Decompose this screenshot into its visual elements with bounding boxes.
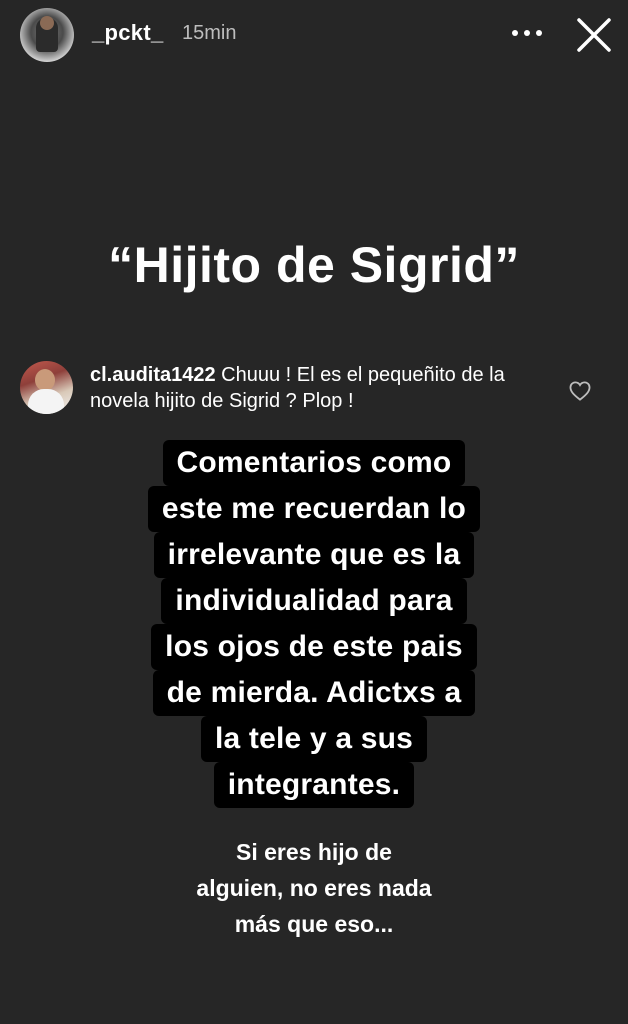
caption-line: individualidad para: [161, 578, 467, 624]
comment-avatar[interactable]: [20, 361, 73, 414]
caption-line: integrantes.: [213, 762, 415, 808]
highlighted-caption: Comentarios como este me recuerdan lo ir…: [0, 440, 628, 808]
caption-line: la tele y a sus: [200, 716, 428, 762]
comment-avatar-face: [35, 369, 55, 391]
caption-line: los ojos de este pais: [151, 624, 477, 670]
caption-line: este me recuerdan lo: [147, 486, 481, 532]
dot: [524, 30, 530, 36]
story-timestamp: 15min: [182, 22, 237, 44]
caption-line: Comentarios como: [162, 440, 466, 486]
heart-icon[interactable]: [569, 381, 591, 401]
comment-avatar-body: [28, 389, 64, 414]
story-username[interactable]: _pckt_: [92, 20, 164, 46]
comment-username[interactable]: cl.audita1422: [90, 364, 216, 386]
comment-text: cl.audita1422 Chuuu ! El es el pequeñito…: [90, 362, 550, 414]
footer-caption: Si eres hijo de alguien, no eres nada má…: [0, 834, 628, 942]
footer-line: Si eres hijo de: [236, 839, 392, 865]
quoted-comment: cl.audita1422 Chuuu ! El es el pequeñito…: [20, 358, 610, 418]
avatar-head: [40, 16, 54, 30]
footer-line: más que eso...: [234, 911, 394, 937]
more-dots-icon[interactable]: [512, 30, 542, 40]
dot: [512, 30, 518, 36]
dot: [536, 30, 542, 36]
caption-line: irrelevante que es la: [153, 532, 475, 578]
close-icon[interactable]: [576, 17, 612, 53]
footer-line: alguien, no eres nada: [196, 875, 432, 901]
story-header: _pckt_ 15min: [0, 0, 628, 72]
avatar[interactable]: [20, 8, 74, 62]
caption-line: de mierda. Adictxs a: [152, 670, 476, 716]
story-headline: “Hijito de Sigrid”: [108, 237, 520, 293]
